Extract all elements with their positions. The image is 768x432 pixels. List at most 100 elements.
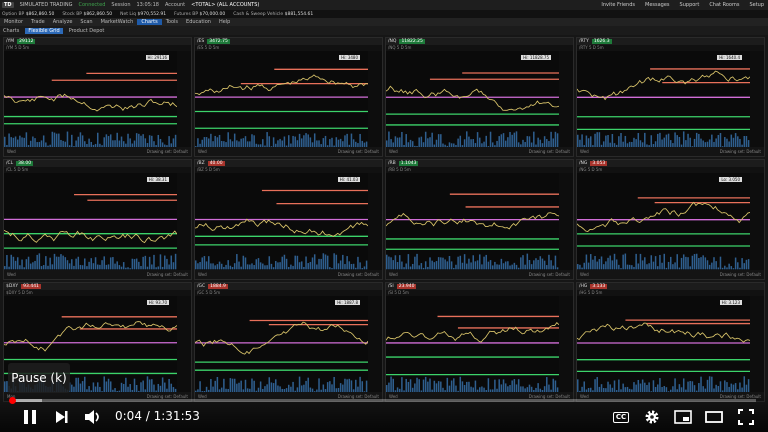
symbol-label[interactable]: /NQ: [388, 39, 396, 44]
volume-bar: [242, 256, 245, 270]
symbol-label[interactable]: /YM: [6, 39, 14, 44]
volume-bar: [329, 380, 331, 392]
chart-panel[interactable]: /BZ 40.00/BZ 5 D 5m Wed Drawing set: Defaul…: [194, 159, 383, 280]
fullscreen-button[interactable]: [735, 407, 757, 427]
volume-bar: [253, 135, 255, 148]
symbol-label[interactable]: /NG: [579, 161, 587, 166]
subtab[interactable]: Flexible Grid: [25, 27, 63, 34]
miniplayer-button[interactable]: [672, 407, 694, 427]
price-plot[interactable]: [577, 173, 751, 270]
volume-bar: [730, 383, 733, 392]
price-plot[interactable]: [195, 51, 369, 148]
price-plot[interactable]: [386, 296, 560, 392]
chart-canvas: [4, 72, 178, 148]
video-scrubber-handle[interactable]: [9, 397, 16, 404]
volume-bar: [49, 258, 51, 270]
chart-panel[interactable]: /YM 29112/YM 5 D 5m Wed Drawing set: Defaul…: [3, 37, 192, 158]
top-link[interactable]: Messages: [645, 2, 670, 8]
drawing-set-label[interactable]: Drawing set: Default: [529, 272, 570, 277]
volume-bar: [472, 255, 475, 270]
menu-item[interactable]: Education: [182, 19, 215, 25]
menu-item[interactable]: Scan: [76, 19, 96, 25]
menu-item[interactable]: Help: [215, 19, 234, 25]
symbol-label[interactable]: /RB: [388, 161, 396, 166]
volume-bar: [446, 261, 449, 270]
symbol-label[interactable]: /GC: [197, 284, 205, 289]
next-button[interactable]: [52, 407, 72, 427]
symbol-label[interactable]: /SI: [388, 284, 394, 289]
volume-bar: [71, 259, 73, 270]
chart-panel[interactable]: /RTY 1626.3/RTY 5 D 5m Wed Drawing set: Def…: [576, 37, 765, 158]
mute-button[interactable]: [82, 407, 104, 427]
volume-bar: [611, 134, 614, 148]
pause-button[interactable]: [20, 407, 40, 427]
price-plot[interactable]: [195, 173, 369, 270]
price-plot[interactable]: [4, 51, 178, 148]
menu-item[interactable]: Tools: [162, 19, 182, 25]
volume-icon: [85, 410, 99, 424]
app-logo: TD: [2, 2, 14, 8]
menu-item[interactable]: MarketWatch: [97, 19, 138, 25]
price-tag: Hi: 29116: [145, 55, 169, 60]
volume-bar: [116, 261, 118, 270]
volume-bar: [485, 135, 487, 148]
account-selector[interactable]: <TOTAL> (ALL ACCOUNTS): [191, 2, 259, 8]
volume-bar: [268, 256, 271, 270]
top-link[interactable]: Invite Friends: [601, 2, 635, 8]
menu-item[interactable]: Analyze: [49, 19, 77, 25]
symbol-label[interactable]: /ES: [197, 39, 204, 44]
video-progress-bar[interactable]: [12, 399, 756, 402]
volume-bar: [296, 256, 299, 270]
chart-panel[interactable]: /CL 38.00/CL 5 D 5m Wed Drawing set: Defaul…: [3, 159, 192, 280]
chart-panel[interactable]: /NQ 11822.25/NQ 5 D 5m Wed Drawing set: Def…: [385, 37, 574, 158]
menu-item[interactable]: Trade: [27, 19, 49, 25]
price-plot[interactable]: [577, 296, 751, 392]
price-plot[interactable]: [4, 173, 178, 270]
volume-bar: [476, 260, 479, 270]
volume-bar: [14, 261, 17, 270]
symbol-label[interactable]: /CL: [6, 161, 13, 166]
volume-bar: [440, 134, 442, 148]
volume-bar: [435, 261, 438, 270]
chart-panel[interactable]: /ES 3472.75/ES 5 D 5m Wed Drawing set: Defa…: [194, 37, 383, 158]
theater-mode-button[interactable]: [703, 407, 725, 427]
volume-bar: [427, 381, 429, 392]
drawing-set-label[interactable]: Drawing set: Default: [147, 149, 188, 154]
drawing-set-label[interactable]: Drawing set: Default: [720, 149, 761, 154]
top-link[interactable]: Support: [680, 2, 700, 8]
volume-bar: [127, 133, 129, 148]
subtitles-button[interactable]: CC: [610, 407, 632, 427]
subtab[interactable]: Product Depot: [69, 28, 105, 34]
drawing-set-label[interactable]: Drawing set: Default: [529, 149, 570, 154]
panel-footer: Wed Drawing set: Default: [577, 269, 764, 279]
chart-panel[interactable]: /GC1884.9/GC 5 D 5mWedDrawing set: Defau…: [194, 281, 383, 402]
chart-panel[interactable]: /NG 3.053/NG 5 D 5m Wed Drawing set: Defaul…: [576, 159, 765, 280]
drawing-set-label[interactable]: Drawing set: Default: [720, 272, 761, 277]
menu-item[interactable]: Monitor: [0, 19, 27, 25]
top-link[interactable]: Setup: [749, 2, 764, 8]
symbol-label[interactable]: $DXY: [6, 284, 18, 289]
drawing-set-label[interactable]: Drawing set: Default: [338, 272, 379, 277]
price-plot[interactable]: [386, 51, 560, 148]
price-badge: 38.00: [16, 161, 34, 167]
settings-button[interactable]: [641, 407, 663, 427]
chart-panel[interactable]: /HG3.133/HG 5 D 5mWedDrawing set: Defaul…: [576, 281, 765, 402]
price-plot[interactable]: [577, 51, 751, 148]
price-badge: 93.441: [21, 283, 41, 289]
price-plot[interactable]: [386, 173, 560, 270]
symbol-label[interactable]: /HG: [579, 284, 587, 289]
symbol-label[interactable]: /RTY: [579, 39, 589, 44]
footer-day: Wed: [7, 271, 16, 277]
menu-item[interactable]: Charts: [137, 19, 162, 25]
trading-app: TD SIMULATED TRADING Connected Session 1…: [0, 0, 768, 432]
drawing-set-label[interactable]: Drawing set: Default: [338, 149, 379, 154]
symbol-label[interactable]: /BZ: [197, 161, 205, 166]
chart-panel[interactable]: /RB 1.1043/RB 5 D 5m Wed Drawing set: Defau…: [385, 159, 574, 280]
top-link[interactable]: Chat Rooms: [709, 2, 739, 8]
subtab[interactable]: Charts: [3, 28, 19, 34]
volume-bar: [461, 381, 464, 392]
drawing-set-label[interactable]: Drawing set: Default: [147, 272, 188, 277]
volume-bar: [726, 138, 728, 148]
chart-panel[interactable]: /SI23.940/SI 5 D 5mWedDrawing set: Defau…: [385, 281, 574, 402]
price-plot[interactable]: [195, 296, 369, 392]
